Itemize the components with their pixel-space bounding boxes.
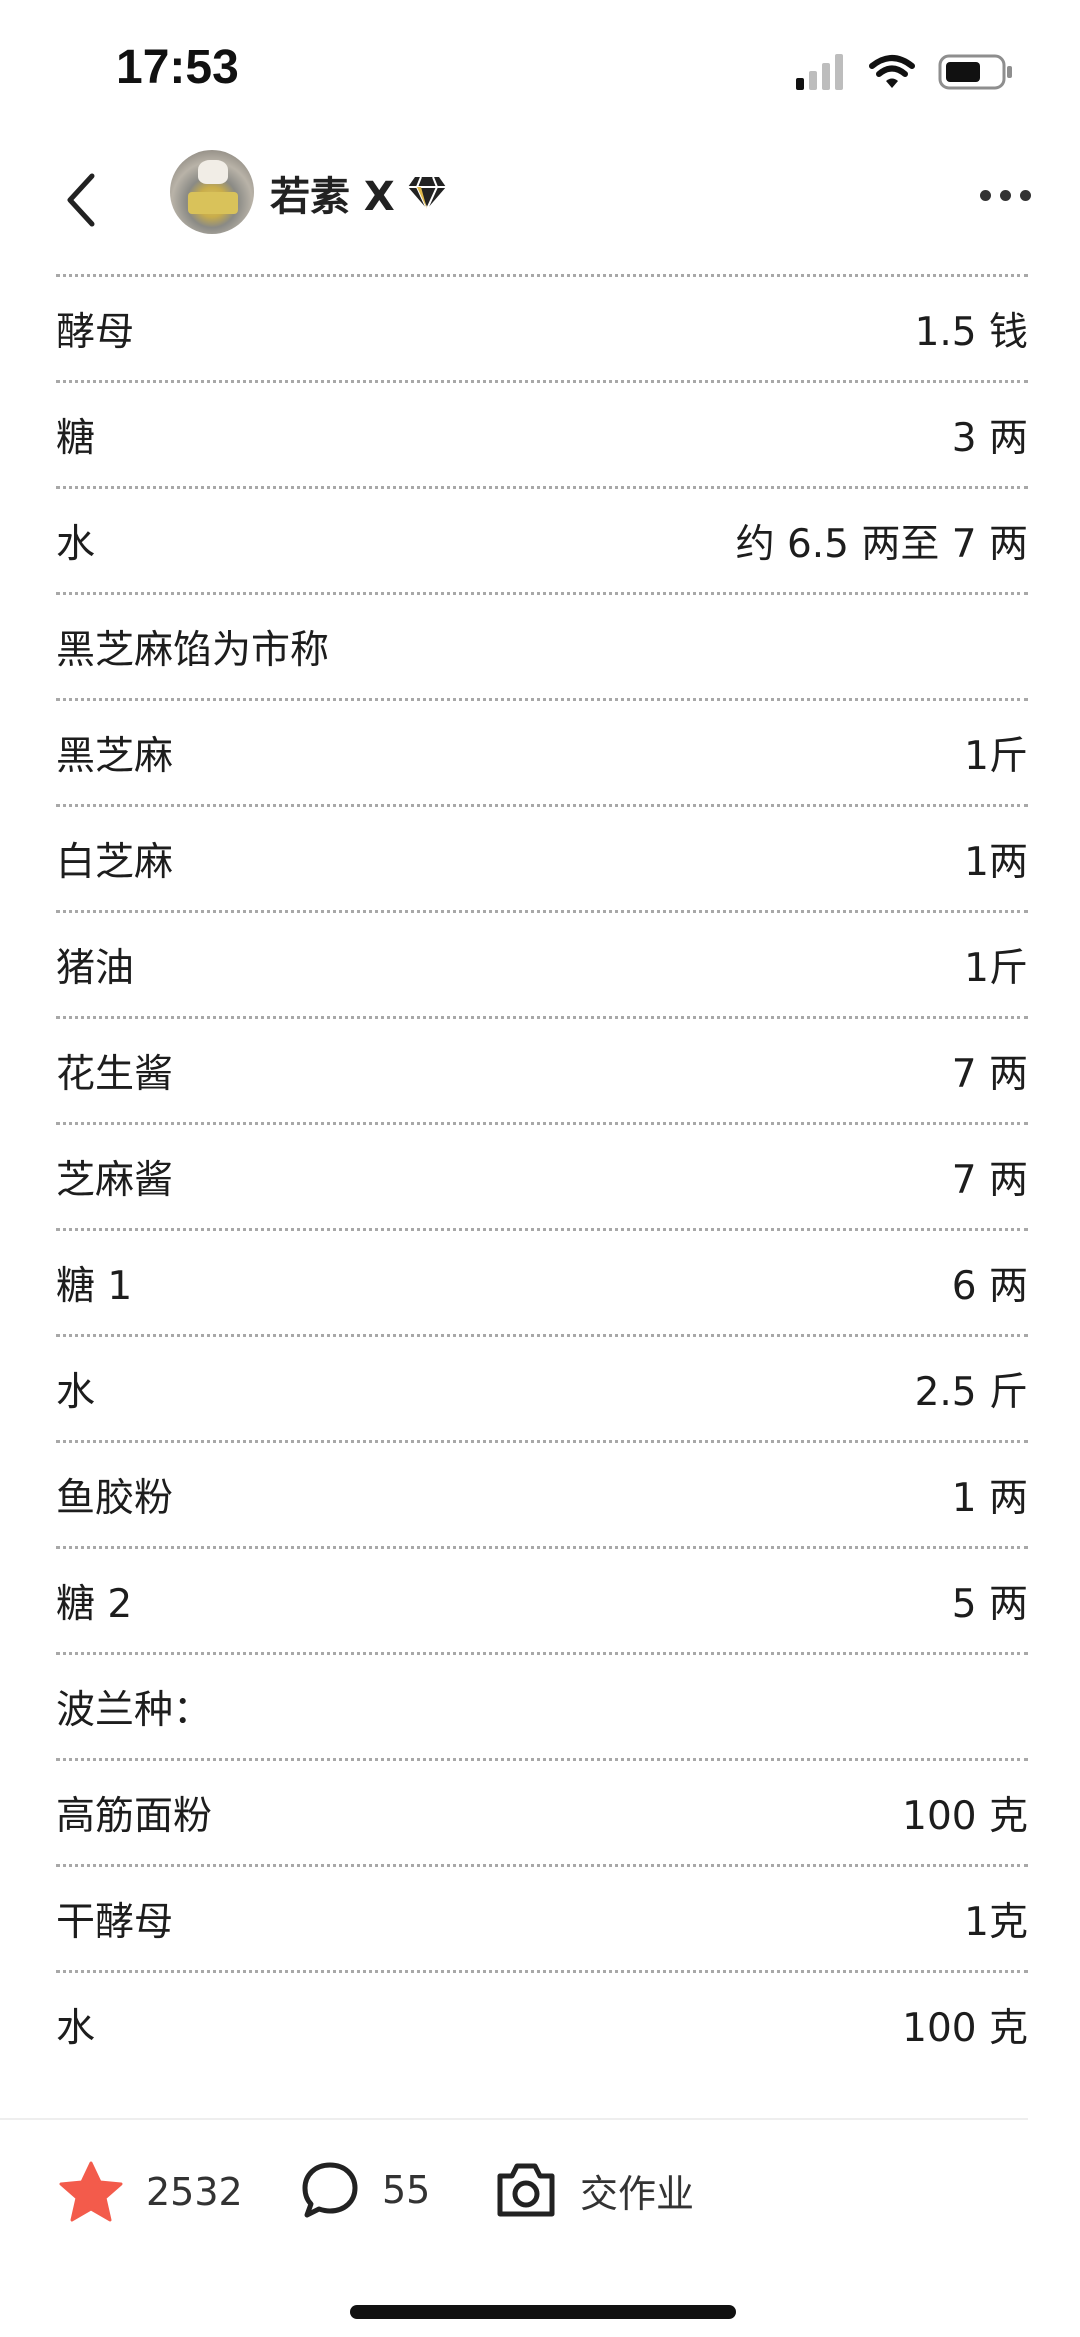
ingredient-row: 黑芝麻 1斤 xyxy=(56,698,1028,804)
header: 若素 X xyxy=(0,140,1080,270)
ingredient-quantity: 1克 xyxy=(964,1899,1028,1945)
more-dot xyxy=(979,189,991,201)
ingredient-row: 糖 2 5 两 xyxy=(56,1546,1028,1652)
ingredient-name: 酵母 xyxy=(56,309,135,355)
author-name-container[interactable]: 若素 X xyxy=(270,164,447,222)
back-button[interactable] xyxy=(50,162,110,238)
recipe-screen: 17:53 若素 X 酵母 1.5 钱 糖 3 两 水 约 6.5 两至 7 两… xyxy=(0,0,1080,2337)
ingredient-name: 花生酱 xyxy=(56,1051,174,1097)
status-bar: 17:53 xyxy=(0,0,1080,140)
ingredient-row: 水 约 6.5 两至 7 两 xyxy=(56,486,1028,592)
back-arrow-icon xyxy=(67,173,95,227)
ingredient-name: 水 xyxy=(56,2005,96,2051)
ingredient-row: 芝麻酱 7 两 xyxy=(56,1122,1028,1228)
ingredient-quantity: 1.5 钱 xyxy=(914,309,1028,355)
status-icons xyxy=(796,50,1014,94)
ingredient-quantity: 约 6.5 两至 7 两 xyxy=(735,521,1028,567)
home-indicator[interactable] xyxy=(350,2305,736,2319)
camera-icon xyxy=(497,2163,555,2217)
ingredient-row: 鱼胶粉 1 两 xyxy=(56,1440,1028,1546)
avatar[interactable] xyxy=(170,150,254,234)
wifi-icon xyxy=(869,55,915,88)
author-name: 若素 X xyxy=(270,174,395,220)
ingredient-name: 糖 1 xyxy=(56,1263,133,1309)
ingredient-quantity: 3 两 xyxy=(951,415,1028,461)
ingredient-section-row: 波兰种： xyxy=(56,1652,1028,1758)
ingredient-quantity: 100 克 xyxy=(902,2005,1028,2051)
star-icon xyxy=(59,2161,123,2222)
comment-count: 55 xyxy=(382,2168,431,2212)
ingredient-quantity: 7 两 xyxy=(951,1157,1028,1203)
ingredient-name: 水 xyxy=(56,521,96,567)
ingredient-name: 水 xyxy=(56,1369,96,1415)
ingredient-row: 水 100 克 xyxy=(56,1970,1028,2076)
ingredient-name: 鱼胶粉 xyxy=(56,1475,174,1521)
ingredient-section-title: 黑芝麻馅为市称 xyxy=(56,627,330,673)
ingredient-quantity: 5 两 xyxy=(951,1581,1028,1627)
ingredient-quantity: 1斤 xyxy=(964,733,1028,779)
ingredient-section-title: 波兰种： xyxy=(56,1687,213,1733)
homework-button[interactable]: 交作业 xyxy=(494,2160,694,2220)
ingredient-name: 糖 2 xyxy=(56,1581,133,1627)
ingredient-quantity: 1斤 xyxy=(964,945,1028,991)
ingredient-row: 干酵母 1克 xyxy=(56,1864,1028,1970)
verified-diamond-icon xyxy=(407,176,446,211)
ingredient-name: 黑芝麻 xyxy=(56,733,174,779)
ingredient-name: 白芝麻 xyxy=(56,839,174,885)
avatar-hand xyxy=(198,160,228,184)
ingredient-name: 糖 xyxy=(56,415,96,461)
ingredient-quantity: 6 两 xyxy=(951,1263,1028,1309)
ingredient-row: 酵母 1.5 钱 xyxy=(56,274,1028,380)
ingredient-row: 糖 1 6 两 xyxy=(56,1228,1028,1334)
ingredient-row: 猪油 1斤 xyxy=(56,910,1028,1016)
avatar-tray xyxy=(188,192,238,214)
ingredient-name: 高筋面粉 xyxy=(56,1793,213,1839)
ingredient-name: 干酵母 xyxy=(56,1899,174,1945)
ingredient-quantity: 7 两 xyxy=(951,1051,1028,1097)
ingredient-row: 糖 3 两 xyxy=(56,380,1028,486)
like-button[interactable]: 2532 xyxy=(58,2160,243,2224)
status-time: 17:53 xyxy=(116,41,239,94)
ingredient-quantity: 1 两 xyxy=(951,1475,1028,1521)
more-icon[interactable] xyxy=(970,170,1040,220)
homework-label: 交作业 xyxy=(580,2171,695,2216)
comment-button[interactable]: 55 xyxy=(300,2160,430,2220)
ingredient-name: 芝麻酱 xyxy=(56,1157,174,1203)
more-dot xyxy=(999,189,1011,201)
ingredient-row: 高筋面粉 100 克 xyxy=(56,1758,1028,1864)
ingredient-name: 猪油 xyxy=(56,945,135,991)
ingredient-row: 花生酱 7 两 xyxy=(56,1016,1028,1122)
comment-icon xyxy=(302,2162,358,2218)
like-count: 2532 xyxy=(146,2170,243,2214)
ingredient-quantity: 2.5 斤 xyxy=(914,1369,1028,1415)
battery-icon xyxy=(938,54,1012,90)
ingredient-row: 水 2.5 斤 xyxy=(56,1334,1028,1440)
ingredient-section-row: 黑芝麻馅为市称 xyxy=(56,592,1028,698)
ingredient-row: 白芝麻 1两 xyxy=(56,804,1028,910)
ingredient-quantity: 1两 xyxy=(964,839,1028,885)
ingredient-quantity: 100 克 xyxy=(902,1793,1028,1839)
ingredient-list: 酵母 1.5 钱 糖 3 两 水 约 6.5 两至 7 两 黑芝麻馅为市称 黑芝… xyxy=(56,274,1028,2076)
bottom-action-bar: 2532 55 交作业 xyxy=(0,2120,1080,2260)
more-dot xyxy=(1019,189,1031,201)
cellular-signal-icon xyxy=(796,54,843,90)
